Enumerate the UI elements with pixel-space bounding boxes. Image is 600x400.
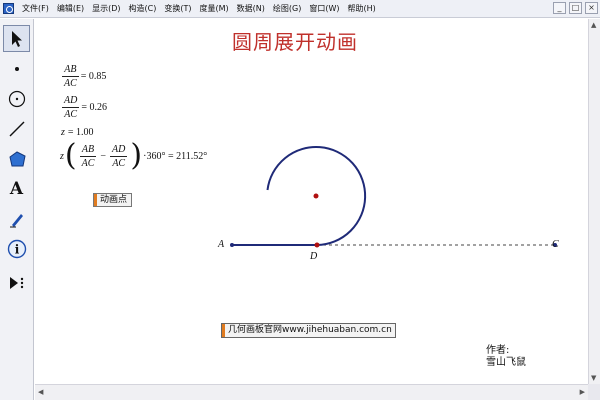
vertical-scrollbar[interactable]: ▲ ▼: [588, 19, 600, 384]
author-label: 作者:: [486, 345, 510, 356]
label-a[interactable]: A: [218, 239, 224, 250]
scroll-up-icon[interactable]: ▲: [591, 21, 596, 29]
horizontal-scrollbar[interactable]: ◀ ▶: [35, 384, 588, 400]
author-name: 雪山飞鼠: [486, 357, 526, 368]
label-d[interactable]: D: [310, 251, 317, 262]
author-note: 作者: 雪山飞鼠: [486, 345, 526, 369]
geometry-figure: [230, 146, 557, 248]
scroll-right-icon[interactable]: ▶: [580, 388, 585, 396]
point-d[interactable]: [314, 242, 320, 248]
circle-center-point[interactable]: [313, 193, 319, 199]
scroll-left-icon[interactable]: ◀: [38, 388, 43, 396]
scroll-corner: [588, 384, 600, 400]
label-c[interactable]: C: [552, 239, 559, 250]
scroll-down-icon[interactable]: ▼: [591, 374, 596, 382]
point-a[interactable]: [230, 243, 234, 247]
